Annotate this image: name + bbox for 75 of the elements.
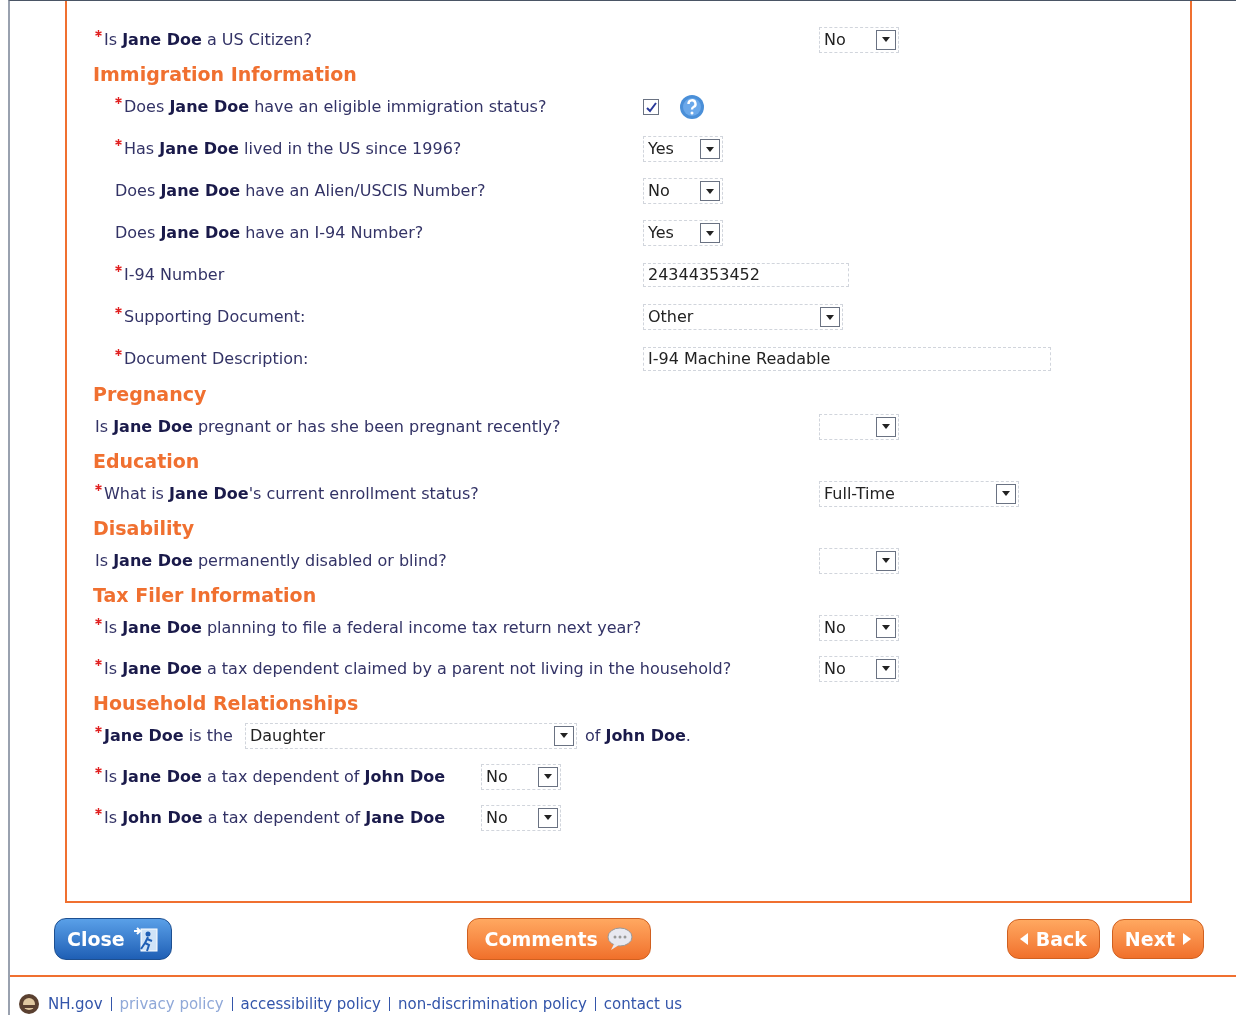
dropdown-caret-icon — [706, 146, 714, 152]
section-heading: Pregnancy — [93, 382, 208, 406]
dropdown-caret-icon — [882, 625, 890, 630]
dropdown-caret-icon — [544, 815, 552, 820]
dropdown-caret-icon — [882, 424, 890, 429]
text-field[interactable]: I-94 Machine Readable — [643, 347, 1051, 371]
dropdown[interactable] — [819, 413, 899, 440]
dropdown-caret-icon — [826, 314, 834, 320]
dropdown[interactable]: Daughter — [244, 722, 577, 749]
question-label: Is John Doe a tax dependent of Jane Doe — [104, 806, 445, 829]
dropdown[interactable]: No — [481, 804, 561, 831]
required-asterisk-icon — [115, 307, 122, 314]
section-heading: Education — [93, 449, 201, 473]
dropdown-caret-icon — [882, 37, 890, 42]
dropdown[interactable]: Yes — [643, 220, 723, 246]
required-asterisk-icon — [95, 617, 102, 625]
question-label: Does Jane Doe have an eligible immigration status? — [124, 96, 547, 118]
speech-bubble-icon — [605, 927, 634, 951]
question-label: Does Jane Doe have an I-94 Number? — [115, 222, 424, 244]
dropdown-caret-icon — [559, 733, 568, 738]
required-asterisk-icon — [115, 349, 122, 356]
required-asterisk-icon — [95, 807, 102, 815]
dropdown[interactable]: Full-Time — [819, 480, 1019, 507]
question-label: Jane Doe is the — [104, 724, 233, 747]
left-arrow-icon — [1019, 933, 1028, 945]
dropdown[interactable]: Other — [643, 304, 843, 330]
question-label: Has Jane Doe lived in the US since 1996? — [124, 138, 462, 160]
close-button[interactable]: Close — [54, 918, 172, 960]
checkbox[interactable] — [643, 99, 659, 115]
required-asterisk-icon — [95, 658, 102, 666]
dropdown-caret-icon — [882, 666, 890, 671]
dropdown[interactable] — [819, 547, 899, 574]
dropdown[interactable]: No — [481, 763, 561, 790]
dropdown[interactable]: No — [819, 614, 899, 641]
question-label: What is Jane Doe's current enrollment status? — [104, 482, 479, 505]
question-label: Is Jane Doe permanently disabled or blind? — [95, 549, 447, 572]
dropdown-caret-icon — [1002, 491, 1010, 496]
question-label: Is Jane Doe a tax dependent of John Doe — [104, 765, 445, 788]
question-label: Is Jane Doe planning to file a federal income tax return next year? — [104, 616, 642, 639]
section-heading: Household Relationships — [93, 691, 360, 715]
help-icon[interactable] — [679, 94, 705, 120]
dropdown-caret-icon — [706, 188, 714, 194]
question-label: Is Jane Doe a tax dependent claimed by a parent not living in the household? — [104, 657, 732, 680]
text-field[interactable]: 24344353452 — [643, 263, 849, 287]
right-arrow-icon — [1183, 933, 1191, 945]
question-label: I-94 Number — [124, 264, 225, 286]
dropdown-caret-icon — [706, 230, 714, 236]
footer-link[interactable]: contact us — [603, 993, 683, 1015]
dropdown-caret-icon — [882, 558, 890, 563]
required-asterisk-icon — [95, 766, 102, 774]
footer-link[interactable]: non-discrimination policy — [398, 993, 587, 1015]
question-suffix: of John Doe. — [584, 724, 691, 747]
section-heading: Disability — [93, 516, 196, 540]
question-label: Does Jane Doe have an Alien/USCIS Number? — [115, 180, 486, 202]
dropdown[interactable]: No — [819, 26, 899, 53]
required-asterisk-icon — [115, 139, 122, 146]
required-asterisk-icon — [115, 265, 122, 272]
footer-link[interactable]: NH.gov — [48, 993, 103, 1015]
dropdown[interactable]: No — [819, 655, 899, 682]
question-label: Is Jane Doe a US Citizen? — [104, 28, 312, 51]
question-label: Supporting Document: — [124, 306, 306, 328]
required-asterisk-icon — [115, 97, 122, 104]
dropdown[interactable]: No — [643, 178, 723, 204]
section-heading: Tax Filer Information — [93, 583, 318, 607]
dropdown-caret-icon — [544, 774, 552, 779]
question-label: Document Description: — [124, 348, 309, 370]
dropdown[interactable]: Yes — [643, 136, 723, 162]
exit-icon — [132, 925, 159, 953]
question-label: Is Jane Doe pregnant or has she been pregnant recently? — [95, 415, 561, 438]
section-heading: Immigration Information — [93, 62, 358, 86]
footer-link[interactable]: accessibility policy — [240, 993, 381, 1015]
state-seal-icon — [18, 993, 40, 1015]
required-asterisk-icon — [95, 725, 102, 733]
required-asterisk-icon — [95, 29, 102, 37]
required-asterisk-icon — [95, 483, 102, 491]
